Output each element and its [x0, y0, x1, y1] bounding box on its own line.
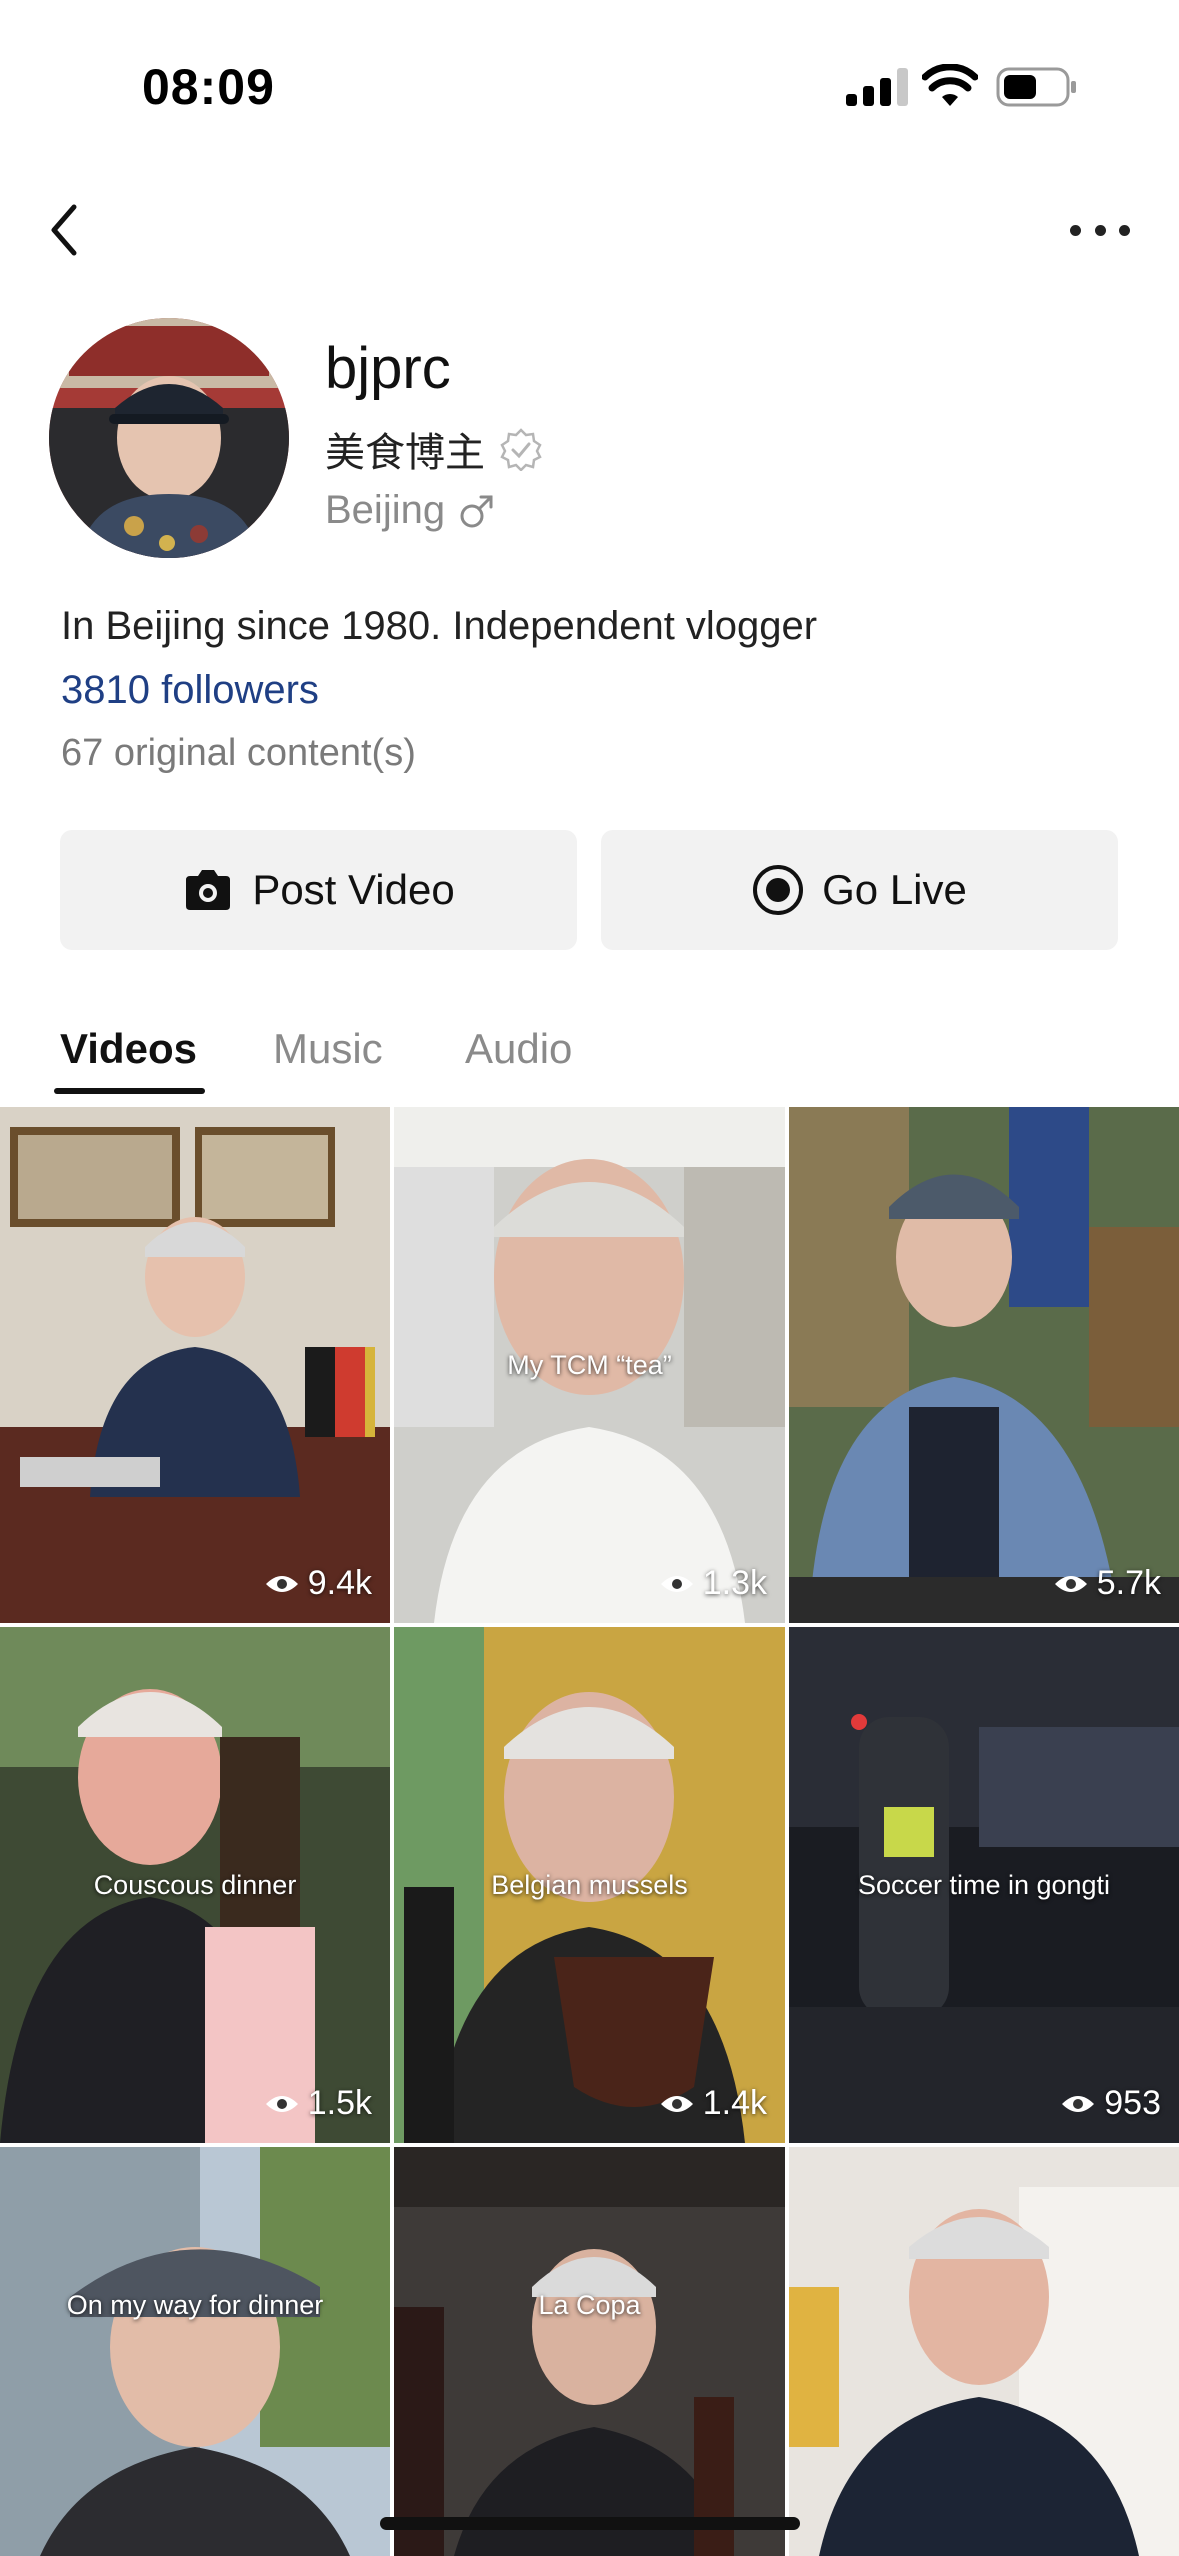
view-count: 5.7k — [1053, 1564, 1161, 1603]
video-tile[interactable]: On my way for dinner — [0, 2147, 390, 2556]
profile-bio: In Beijing since 1980. Independent vlogg… — [61, 604, 818, 648]
video-thumbnail — [0, 2147, 390, 2556]
video-tile[interactable]: Belgian mussels 1.4k — [394, 1627, 785, 2143]
more-options-icon[interactable] — [1070, 210, 1130, 250]
status-bar: 08:09 — [0, 0, 1179, 170]
original-content-count: 67 original content(s) — [61, 732, 416, 774]
home-indicator[interactable] — [380, 2517, 800, 2530]
eye-icon — [265, 1575, 298, 1592]
camera-icon — [186, 870, 231, 910]
profile-title: 美食博主 — [325, 431, 485, 475]
video-tile[interactable] — [789, 2147, 1179, 2556]
eye-icon — [660, 2095, 693, 2112]
eye-icon — [1062, 2095, 1095, 2112]
video-caption: My TCM “tea” — [507, 1350, 672, 1380]
content-tabs: Videos Music Audio — [0, 1015, 1179, 1095]
view-count-value: 1.4k — [702, 2084, 767, 2122]
tab-audio[interactable]: Audio — [465, 1025, 572, 1073]
verified-badge-icon — [500, 428, 542, 471]
wifi-icon — [922, 64, 978, 106]
profile-username: bjprc — [325, 336, 451, 401]
video-tile[interactable]: 9.4k — [0, 1107, 390, 1623]
video-tile[interactable]: My TCM “tea” 1.3k — [394, 1107, 785, 1623]
tab-music[interactable]: Music — [273, 1025, 383, 1073]
eye-icon — [660, 1575, 693, 1592]
view-count-value: 1.5k — [307, 2084, 372, 2122]
video-tile[interactable]: La Copa — [394, 2147, 785, 2556]
profile-location-row: Beijing — [325, 488, 497, 533]
avatar[interactable] — [49, 318, 289, 558]
battery-icon — [996, 67, 1076, 107]
post-video-label: Post Video — [252, 866, 455, 913]
profile-location: Beijing — [325, 488, 446, 532]
tab-videos[interactable]: Videos — [60, 1025, 197, 1073]
video-tile[interactable]: Soccer time in gongti 953 — [789, 1627, 1179, 2143]
view-count: 1.3k — [659, 1564, 767, 1603]
go-live-button[interactable]: Go Live — [601, 830, 1118, 950]
post-video-button[interactable]: Post Video — [60, 830, 577, 950]
cellular-signal-icon — [846, 68, 908, 106]
active-tab-indicator — [54, 1088, 205, 1094]
back-arrow-icon[interactable] — [40, 195, 90, 265]
eye-icon — [1054, 1575, 1087, 1592]
live-record-icon — [753, 865, 804, 915]
view-count-value: 1.3k — [702, 1564, 767, 1602]
video-caption: Couscous dinner — [93, 1870, 297, 1900]
video-tile[interactable]: Couscous dinner 1.5k — [0, 1627, 390, 2143]
view-count: 9.4k — [264, 1564, 372, 1603]
video-thumbnail — [789, 1107, 1179, 1623]
status-time: 08:09 — [142, 59, 275, 115]
view-count: 1.4k — [659, 2084, 767, 2123]
view-count-value: 9.4k — [307, 1564, 372, 1602]
video-tile[interactable]: 5.7k — [789, 1107, 1179, 1623]
view-count-value: 5.7k — [1096, 1564, 1161, 1602]
video-caption: On my way for dinner — [66, 2290, 324, 2320]
male-gender-icon — [460, 495, 493, 527]
video-caption: Soccer time in gongti — [857, 1870, 1111, 1900]
video-caption: Belgian mussels — [491, 1870, 688, 1900]
eye-icon — [265, 2095, 298, 2112]
view-count: 953 — [1060, 2084, 1161, 2123]
view-count-value: 953 — [1104, 2084, 1161, 2122]
video-thumbnail — [789, 2147, 1179, 2556]
profile-title-row: 美食博主 — [325, 420, 543, 478]
view-count: 1.5k — [264, 2084, 372, 2123]
video-thumbnail — [0, 1107, 390, 1623]
go-live-label: Go Live — [822, 866, 967, 913]
video-caption: La Copa — [538, 2290, 641, 2320]
followers-link[interactable]: 3810 followers — [61, 668, 319, 713]
video-thumbnail — [394, 2147, 785, 2556]
